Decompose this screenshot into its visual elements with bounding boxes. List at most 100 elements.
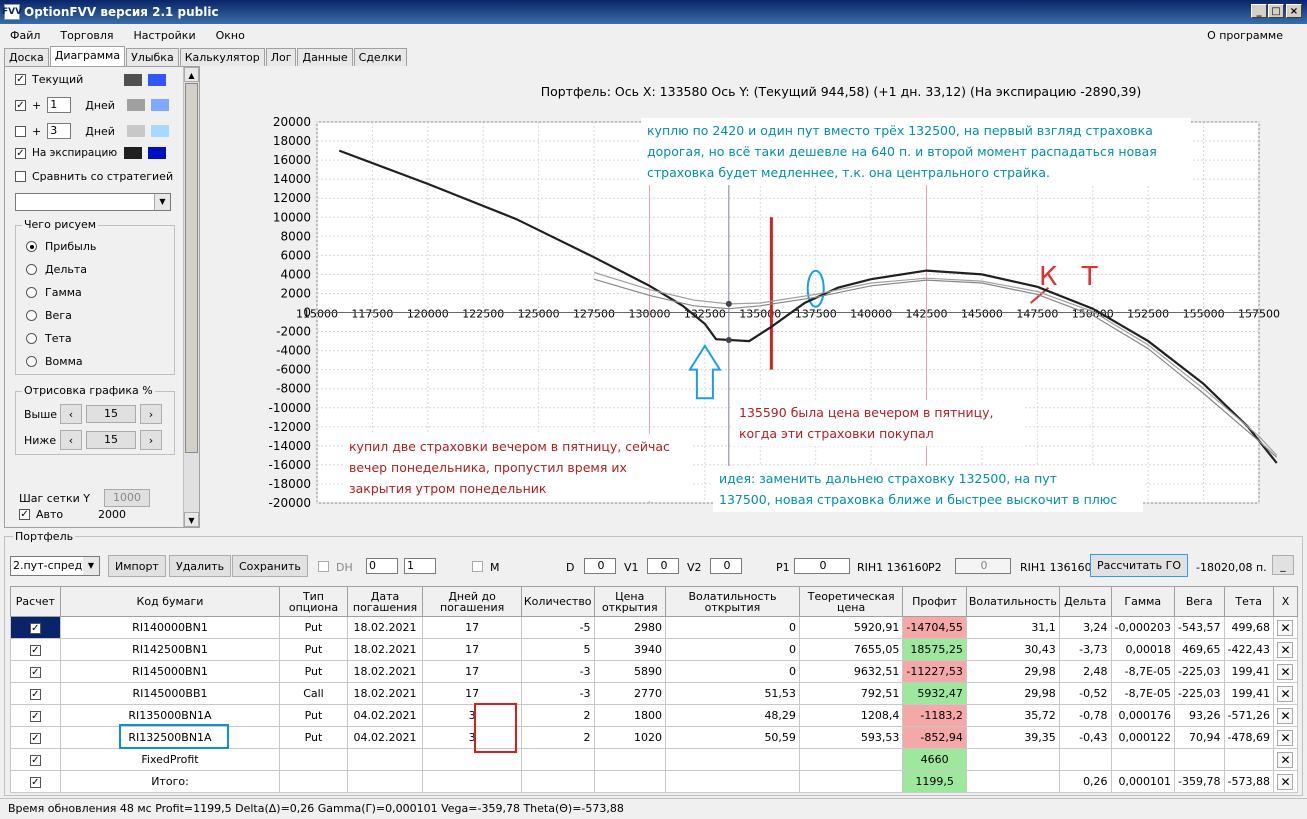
- current-checkbox[interactable]: ✓: [15, 74, 26, 85]
- menu-about[interactable]: О программе: [1197, 29, 1293, 42]
- radio-theta[interactable]: [26, 333, 37, 344]
- plus1-days-input[interactable]: 1: [47, 97, 72, 113]
- remove-row-icon[interactable]: ✕: [1277, 773, 1294, 790]
- row-checkbox-cell[interactable]: ✓: [10, 638, 61, 661]
- below-decrease-button[interactable]: ‹: [60, 430, 82, 450]
- remove-row-icon[interactable]: ✕: [1277, 707, 1294, 724]
- strategy-select[interactable]: 2.пут-спред ▼: [10, 556, 100, 576]
- remove-row-icon[interactable]: ✕: [1277, 663, 1294, 680]
- v1-input[interactable]: 0: [647, 558, 679, 574]
- expiry-color-light[interactable]: [148, 147, 166, 159]
- row-checkbox-cell[interactable]: ✓: [10, 660, 61, 683]
- expiry-checkbox[interactable]: ✓: [15, 147, 26, 159]
- scroll-thumb[interactable]: [185, 83, 198, 453]
- col-calc[interactable]: Расчет: [10, 586, 61, 617]
- remove-row-cell[interactable]: ✕: [1272, 616, 1299, 639]
- row-checkbox[interactable]: ✓: [29, 623, 41, 634]
- col-days[interactable]: Дней до погашения: [422, 586, 522, 617]
- tab-log[interactable]: Лог: [265, 48, 297, 66]
- delete-button[interactable]: Удалить: [169, 555, 232, 577]
- dh-checkbox[interactable]: [318, 561, 329, 572]
- menu-settings[interactable]: Настройки: [123, 29, 205, 42]
- remove-row-cell[interactable]: ✕: [1272, 748, 1299, 771]
- p2-input[interactable]: 0: [955, 558, 1011, 574]
- tab-smile[interactable]: Улыбка: [126, 48, 179, 66]
- above-increase-button[interactable]: ›: [140, 404, 162, 424]
- radio-vomma[interactable]: [26, 356, 37, 367]
- remove-row-cell[interactable]: ✕: [1272, 704, 1299, 727]
- row-checkbox-cell[interactable]: ✓: [10, 704, 61, 727]
- row-checkbox[interactable]: ✓: [29, 645, 41, 656]
- m-checkbox[interactable]: [472, 561, 483, 572]
- dh-spinner-a[interactable]: 0: [366, 558, 398, 574]
- d-input[interactable]: 0: [584, 558, 616, 574]
- import-button[interactable]: Импорт: [108, 555, 166, 577]
- row-checkbox-cell[interactable]: ✓: [10, 770, 61, 793]
- remove-row-cell[interactable]: ✕: [1272, 682, 1299, 705]
- plus3-color-light[interactable]: [151, 125, 170, 137]
- radio-gamma[interactable]: [26, 287, 37, 298]
- row-checkbox[interactable]: ✓: [29, 711, 41, 722]
- col-vega[interactable]: Вега: [1174, 586, 1225, 617]
- remove-row-cell[interactable]: ✕: [1272, 660, 1299, 683]
- row-checkbox[interactable]: ✓: [29, 667, 41, 678]
- maximize-icon[interactable]: □: [1268, 4, 1284, 18]
- p1-input[interactable]: 0: [794, 558, 850, 574]
- table-row[interactable]: ✓ RI145000BN1 Put 18.02.2021 17 -3 5890 0 9632,5…: [10, 660, 1299, 683]
- table-row[interactable]: ✓ RI140000BN1 Put 18.02.2021 17 -5 2980 0 5920,9…: [10, 616, 1299, 639]
- grid-step-input[interactable]: 1000: [104, 489, 151, 507]
- col-open-price[interactable]: Цена открытия: [593, 586, 666, 617]
- row-checkbox-cell[interactable]: ✓: [10, 682, 61, 705]
- radio-vega[interactable]: [26, 310, 37, 321]
- remove-row-cell[interactable]: ✕: [1272, 638, 1299, 661]
- auto-checkbox[interactable]: ✓: [19, 509, 30, 520]
- tab-deals[interactable]: Сделки: [353, 48, 407, 66]
- plus3-color-dark[interactable]: [127, 125, 146, 137]
- remove-row-cell[interactable]: ✕: [1272, 770, 1299, 793]
- minimize-portfolio-button[interactable]: _: [1272, 555, 1294, 575]
- current-color-light[interactable]: [148, 73, 166, 86]
- compare-checkbox[interactable]: [15, 171, 26, 182]
- menu-window[interactable]: Окно: [206, 29, 255, 42]
- tab-data[interactable]: Данные: [297, 48, 353, 66]
- row-checkbox[interactable]: ✓: [29, 755, 41, 766]
- menu-trading[interactable]: Торговля: [50, 29, 123, 42]
- remove-row-icon[interactable]: ✕: [1277, 619, 1294, 636]
- row-checkbox[interactable]: ✓: [29, 777, 41, 788]
- plus1-color-light[interactable]: [151, 99, 170, 111]
- col-code[interactable]: Код бумаги: [59, 586, 281, 617]
- plus3-days-input[interactable]: 3: [47, 123, 72, 139]
- menu-file[interactable]: Файл: [0, 29, 50, 42]
- row-checkbox[interactable]: ✓: [29, 733, 41, 744]
- scroll-up-icon[interactable]: ▲: [184, 67, 199, 82]
- expiry-color-dark[interactable]: [124, 147, 142, 159]
- col-expiry[interactable]: Дата погашения: [346, 586, 424, 617]
- col-delta[interactable]: Дельта: [1058, 586, 1112, 617]
- col-theor-price[interactable]: Теоретическая цена: [798, 586, 904, 617]
- remove-row-icon[interactable]: ✕: [1277, 729, 1294, 746]
- plus1-checkbox[interactable]: ✓: [15, 99, 26, 111]
- calc-go-button[interactable]: Рассчитать ГО: [1090, 554, 1189, 577]
- col-profit[interactable]: Профит: [902, 586, 967, 617]
- above-decrease-button[interactable]: ‹: [60, 404, 82, 424]
- close-icon[interactable]: ×: [1286, 4, 1302, 18]
- row-checkbox-cell[interactable]: ✓: [10, 748, 61, 771]
- remove-row-icon[interactable]: ✕: [1277, 641, 1294, 658]
- col-theta[interactable]: Тета: [1223, 586, 1274, 617]
- row-checkbox-cell[interactable]: ✓: [10, 616, 61, 639]
- tab-calculator[interactable]: Калькулятор: [179, 48, 265, 66]
- remove-row-icon[interactable]: ✕: [1277, 751, 1294, 768]
- minimize-icon[interactable]: _: [1251, 4, 1267, 18]
- row-checkbox-cell[interactable]: ✓: [10, 726, 61, 749]
- strategy-compare-select[interactable]: ▼: [15, 193, 171, 211]
- current-color-dark[interactable]: [124, 73, 142, 86]
- radio-delta[interactable]: [26, 264, 37, 275]
- table-row[interactable]: ✓ RI142500BN1 Put 18.02.2021 17 5 3940 0 7655,05…: [10, 638, 1299, 661]
- col-qty[interactable]: Количество: [520, 586, 595, 617]
- save-button[interactable]: Сохранить: [232, 555, 308, 577]
- col-vol[interactable]: Волатильность: [965, 586, 1060, 617]
- left-panel-scrollbar[interactable]: ▲ ▼: [183, 67, 199, 527]
- col-type[interactable]: Тип опциона: [279, 586, 348, 617]
- row-checkbox[interactable]: ✓: [29, 689, 41, 700]
- plus1-color-dark[interactable]: [127, 99, 146, 111]
